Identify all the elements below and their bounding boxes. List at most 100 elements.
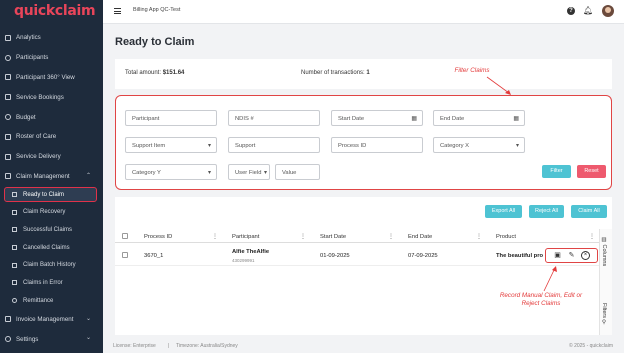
sidebar-subitem-label: Remittance — [23, 297, 54, 304]
users-icon — [5, 54, 11, 61]
sidebar-subitem-label: Successful Claims — [23, 226, 73, 233]
column-menu-icon[interactable]: ⋮ — [476, 233, 482, 240]
roster-icon — [5, 133, 11, 140]
document-icon — [12, 245, 17, 251]
annotation-arrow — [486, 76, 511, 95]
grid-side-panel: ▥ Columns Filters ⚲ — [599, 229, 612, 335]
column-header-start-date[interactable]: Start Date — [320, 234, 346, 240]
document-icon — [12, 262, 17, 268]
cell-product: The beautiful pro — [496, 253, 544, 259]
cell-participant-name[interactable]: Alfie TheAlfie — [232, 249, 269, 255]
transaction-count-value: 1 — [366, 70, 370, 76]
sidebar: quickclaim Analytics Participants Partic… — [0, 0, 103, 353]
column-header-participant[interactable]: Participant — [232, 234, 259, 240]
help-icon[interactable]: ? — [567, 7, 575, 15]
user-field-placeholder: User Field — [235, 170, 262, 176]
cell-process-id: 3670_1 — [144, 253, 164, 259]
start-date-input[interactable]: Start Date ▦ — [331, 110, 423, 126]
total-amount-value: $151.64 — [162, 70, 185, 76]
calendar-icon[interactable]: ▦ — [411, 115, 417, 122]
sidebar-subitem-cancelled-claims[interactable]: Cancelled Claims — [0, 239, 103, 257]
sidebar-item-roster-of-care[interactable]: Roster of Care — [0, 127, 103, 147]
category-y-placeholder: Category Y — [132, 170, 161, 176]
row-checkbox[interactable] — [122, 252, 128, 258]
gear-icon — [5, 336, 11, 343]
transaction-count-label: Number of transactions: — [301, 70, 365, 76]
cell-start-date: 01-09-2025 — [320, 253, 350, 259]
sidebar-item-service-bookings[interactable]: Service Bookings — [0, 87, 103, 107]
document-icon — [12, 192, 17, 198]
timezone-text: Timezone: Australia/Sydney — [176, 343, 238, 349]
avatar[interactable] — [602, 5, 614, 17]
column-header-process-id[interactable]: Process ID — [144, 234, 172, 240]
edit-icon[interactable]: ✎ — [567, 251, 576, 260]
calendar-icon[interactable]: ▦ — [513, 115, 519, 122]
columns-tab[interactable]: ▥ Columns — [601, 237, 607, 266]
bell-icon[interactable]: 🔔︎ — [583, 7, 593, 15]
sidebar-item-claim-management[interactable]: Claim Management ⌃ — [0, 167, 103, 187]
column-menu-icon[interactable]: ⋮ — [212, 233, 218, 240]
end-date-input[interactable]: End Date ▦ — [433, 110, 525, 126]
sidebar-subitem-claim-recovery[interactable]: Claim Recovery — [0, 203, 103, 221]
sidebar-item-invoice-management[interactable]: Invoice Management ⌄ — [0, 310, 103, 330]
annotation-filter-claims: Filter Claims — [454, 67, 490, 74]
reject-icon[interactable]: × — [581, 251, 590, 260]
reject-all-button[interactable]: Reject All — [529, 205, 564, 218]
participant-filter-input[interactable]: Participant — [125, 110, 217, 126]
document-icon — [12, 227, 17, 233]
sidebar-item-settings[interactable]: Settings ⌄ — [0, 329, 103, 349]
value-input[interactable]: Value — [275, 164, 320, 180]
row-actions: ▣ ✎ × — [545, 248, 598, 263]
category-x-placeholder: Category X — [440, 143, 469, 149]
select-all-checkbox[interactable] — [122, 233, 128, 239]
sidebar-subitem-remittance[interactable]: Remittance — [0, 292, 103, 310]
environment-label: Billing App QC-Test — [133, 7, 181, 13]
annotation-record-edit-reject: Record Manual Claim, Edit or Reject Clai… — [499, 292, 583, 307]
sidebar-subitem-claim-batch-history[interactable]: Claim Batch History — [0, 256, 103, 274]
menu-icon[interactable] — [114, 8, 121, 14]
sidebar-item-label: Analytics — [16, 34, 41, 42]
column-header-end-date[interactable]: End Date — [408, 234, 432, 240]
table-row[interactable]: 3670_1 Alfie TheAlfie 430299991 01-09-20… — [115, 244, 599, 266]
claims-grid: Export All Reject All Claim All Process … — [115, 197, 612, 335]
sidebar-subitem-ready-to-claim[interactable]: Ready to Claim — [4, 187, 97, 203]
ndis-filter-input[interactable]: NDIS # — [228, 110, 320, 126]
license-text: License: Enterprise — [113, 343, 156, 349]
export-all-button[interactable]: Export All — [485, 205, 522, 218]
sidebar-item-participant-360[interactable]: Participant 360° View — [0, 68, 103, 88]
filters-tab[interactable]: Filters ⚲ — [601, 303, 607, 326]
column-menu-icon[interactable]: ⋮ — [388, 233, 394, 240]
grid-header: Process ID ⋮ Participant ⋮ Start Date ⋮ … — [115, 229, 599, 243]
start-date-placeholder: Start Date — [338, 116, 365, 122]
category-x-select[interactable]: Category X ▾ — [433, 137, 525, 153]
process-id-input[interactable]: Process ID — [331, 137, 423, 153]
support-filter-input[interactable]: Support — [228, 137, 320, 153]
support-item-placeholder: Support Item — [132, 143, 166, 149]
support-item-select[interactable]: Support Item ▾ — [125, 137, 217, 153]
filter-button[interactable]: Filter — [542, 165, 571, 178]
sidebar-item-label: Participants — [16, 54, 49, 62]
sidebar-item-service-delivery[interactable]: Service Delivery — [0, 147, 103, 167]
document-icon — [12, 280, 17, 286]
user-field-select[interactable]: User Field ▾ — [228, 164, 270, 180]
reset-button[interactable]: Reset — [577, 165, 606, 178]
claim-all-button[interactable]: Claim All — [571, 205, 607, 218]
category-y-select[interactable]: Category Y ▾ — [125, 164, 217, 180]
copyright-text: © 2025 - quickclaim — [569, 343, 613, 349]
column-menu-icon[interactable]: ⋮ — [300, 233, 306, 240]
sidebar-item-analytics[interactable]: Analytics — [0, 28, 103, 48]
sidebar-subitem-claims-in-error[interactable]: Claims in Error — [0, 274, 103, 292]
page-title: Ready to Claim — [115, 36, 195, 48]
sidebar-item-budget[interactable]: Budget — [0, 107, 103, 127]
budget-icon — [5, 114, 11, 121]
record-manual-claim-icon[interactable]: ▣ — [553, 251, 562, 260]
remittance-icon — [12, 298, 17, 304]
summary-panel: Total amount: $151.64 Number of transact… — [115, 59, 612, 89]
column-menu-icon[interactable]: ⋮ — [589, 233, 595, 240]
sidebar-subitem-successful-claims[interactable]: Successful Claims — [0, 221, 103, 239]
sidebar-item-participants[interactable]: Participants — [0, 48, 103, 68]
invoice-icon — [5, 316, 11, 323]
column-header-product[interactable]: Product — [496, 234, 516, 240]
caret-down-icon: ▾ — [263, 170, 267, 176]
sidebar-subitem-label: Claim Recovery — [23, 209, 66, 216]
